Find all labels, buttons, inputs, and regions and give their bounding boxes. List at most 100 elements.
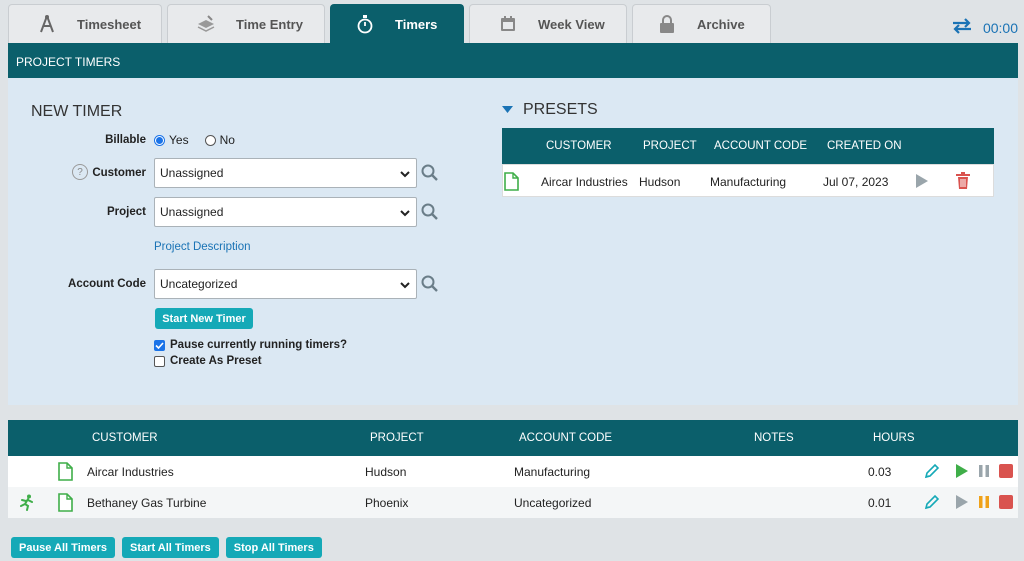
running-person-icon (19, 494, 35, 514)
column-header: ACCOUNT CODE (519, 432, 613, 444)
pause-running-label: Pause currently running timers? (170, 339, 348, 351)
pause-icon[interactable] (976, 494, 992, 510)
column-header: PROJECT (643, 140, 697, 152)
preset-customer: Aircar Industries (541, 175, 628, 189)
stop-icon[interactable] (998, 494, 1014, 510)
tab-label: Archive (697, 16, 745, 32)
preset-project: Hudson (639, 175, 681, 189)
trash-icon[interactable] (955, 172, 971, 193)
document-icon (58, 462, 73, 484)
timer-hours: 0.03 (868, 465, 892, 479)
section-title: PROJECT TIMERS (8, 43, 1018, 78)
pause-icon[interactable] (976, 463, 992, 479)
preset-row[interactable]: Aircar Industries Hudson Manufacturing J… (502, 164, 994, 197)
presets-header-row: CUSTOMER PROJECT ACCOUNT CODE CREATED ON (502, 128, 994, 164)
create-preset-label: Create As Preset (170, 355, 262, 367)
edit-pencil-icon[interactable] (924, 463, 940, 479)
column-header: HOURS (873, 432, 915, 444)
swap-icon[interactable] (951, 17, 973, 38)
presets-table: CUSTOMER PROJECT ACCOUNT CODE CREATED ON… (502, 128, 994, 197)
column-header: CUSTOMER (92, 432, 158, 444)
caret-down-icon (502, 101, 513, 119)
timer-account-code: Manufacturing (514, 465, 591, 479)
timer-customer: Bethaney Gas Turbine (87, 496, 207, 510)
tab-time-entry[interactable]: Time Entry (167, 4, 325, 43)
column-header: CUSTOMER (546, 140, 612, 152)
edit-pencil-icon[interactable] (924, 494, 940, 510)
tab-timesheet[interactable]: Timesheet (8, 4, 162, 43)
account-code-search-icon[interactable] (420, 274, 440, 294)
top-right-status: 00:00 (951, 17, 1018, 38)
billable-no-label: No (219, 133, 235, 147)
start-new-timer-button[interactable]: Start New Timer (155, 308, 253, 329)
new-timer-heading: NEW TIMER (31, 103, 123, 120)
start-all-timers-button[interactable]: Start All Timers (122, 537, 219, 558)
bulk-actions: Pause All Timers Start All Timers Stop A… (11, 537, 322, 558)
stopwatch-icon (355, 14, 375, 34)
stack-icon (196, 14, 216, 34)
pause-all-timers-button[interactable]: Pause All Timers (11, 537, 116, 558)
customer-select[interactable]: Unassigned (154, 158, 417, 188)
create-preset-checkbox[interactable] (154, 355, 165, 367)
tab-label: Timesheet (77, 16, 142, 32)
chevron-down-icon (400, 279, 410, 293)
preset-created-on: Jul 07, 2023 (823, 175, 889, 189)
table-row[interactable]: Aircar Industries Hudson Manufacturing 0… (8, 456, 1018, 487)
create-preset-option: Create As Preset (154, 355, 262, 367)
project-label: Project (107, 206, 146, 218)
billable-yes-label: Yes (169, 133, 189, 147)
project-select-value: Unassigned (160, 205, 224, 219)
timer-hours: 0.01 (868, 496, 892, 510)
project-search-icon[interactable] (420, 202, 440, 222)
calendar-icon (498, 14, 518, 34)
stop-icon[interactable] (998, 463, 1014, 479)
account-code-label: Account Code (68, 278, 146, 290)
tab-timers[interactable]: Timers (330, 4, 464, 43)
timer-project: Hudson (365, 465, 407, 479)
timers-header-row: CUSTOMER PROJECT ACCOUNT CODE NOTES HOUR… (8, 420, 1018, 456)
chevron-down-icon (400, 168, 410, 182)
play-icon[interactable] (954, 463, 970, 479)
tab-label: Time Entry (236, 16, 303, 32)
compass-icon (37, 14, 57, 34)
project-description-link[interactable]: Project Description (154, 241, 251, 253)
billable-radio-group: Yes No (154, 133, 235, 147)
stop-all-timers-button[interactable]: Stop All Timers (225, 537, 322, 558)
timer-account-code: Uncategorized (514, 496, 592, 510)
clock-display: 00:00 (982, 19, 1018, 36)
tab-week-view[interactable]: Week View (469, 4, 627, 43)
customer-label: Customer (92, 167, 146, 179)
billable-no-radio[interactable] (204, 134, 216, 146)
project-select[interactable]: Unassigned (154, 197, 417, 227)
timer-project: Phoenix (365, 496, 409, 510)
account-code-select[interactable]: Uncategorized (154, 269, 417, 299)
customer-search-icon[interactable] (420, 163, 440, 183)
account-code-select-value: Uncategorized (160, 277, 238, 291)
new-timer-panel: NEW TIMER Billable Yes No ? Customer Una… (8, 78, 1018, 405)
pause-running-checkbox[interactable] (154, 339, 165, 351)
tab-label: Week View (538, 16, 605, 32)
tab-label: Timers (395, 16, 438, 32)
billable-yes-radio[interactable] (154, 134, 165, 146)
document-icon (504, 172, 519, 194)
timers-table: CUSTOMER PROJECT ACCOUNT CODE NOTES HOUR… (8, 420, 1018, 518)
document-icon (58, 493, 73, 515)
play-icon[interactable] (915, 173, 929, 192)
table-row[interactable]: Bethaney Gas Turbine Phoenix Uncategoriz… (8, 487, 1018, 518)
column-header: NOTES (754, 432, 794, 444)
presets-title: PRESETS (523, 101, 598, 118)
timer-customer: Aircar Industries (87, 465, 174, 479)
column-header: ACCOUNT CODE (714, 140, 808, 152)
pause-running-option: Pause currently running timers? (154, 339, 347, 351)
play-icon[interactable] (954, 494, 970, 510)
tab-bar: Timesheet Time Entry Timers Week View Ar… (0, 0, 1024, 43)
tab-archive[interactable]: Archive (632, 4, 771, 43)
preset-account-code: Manufacturing (710, 175, 787, 189)
column-header: CREATED ON (827, 140, 902, 152)
customer-select-value: Unassigned (160, 166, 224, 180)
lock-icon (657, 14, 677, 34)
column-header: PROJECT (370, 432, 424, 444)
presets-heading[interactable]: PRESETS (502, 101, 598, 119)
billable-label: Billable (105, 134, 146, 146)
chevron-down-icon (400, 207, 410, 221)
